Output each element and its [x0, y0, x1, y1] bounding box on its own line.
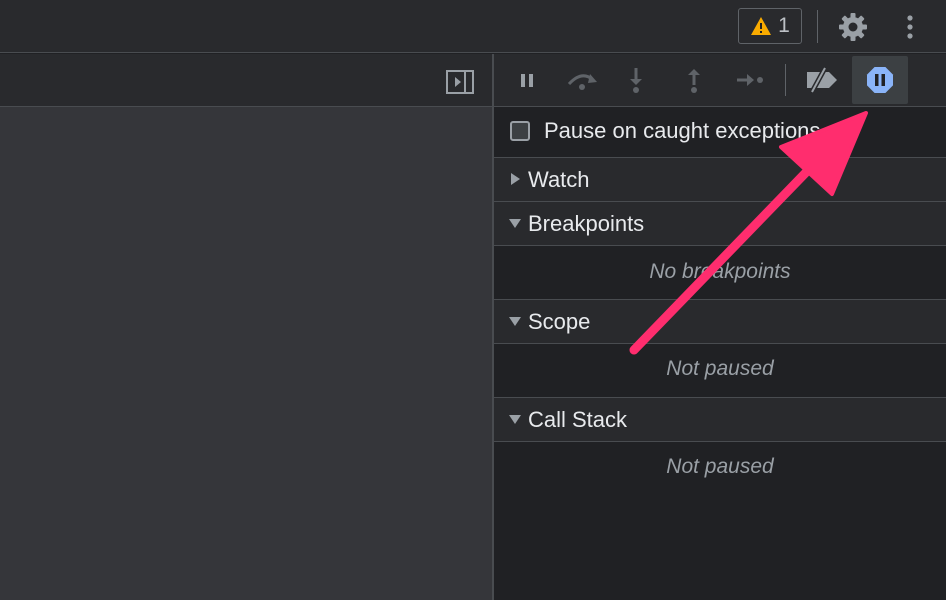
toolbar-divider — [785, 64, 786, 96]
editor-toolbar — [0, 54, 493, 107]
triangle-down-icon — [509, 219, 521, 228]
section-title-watch: Watch — [528, 167, 590, 192]
step-button[interactable] — [730, 62, 770, 98]
step-into-button[interactable] — [616, 62, 656, 98]
settings-button[interactable] — [836, 10, 870, 44]
sidebar-toggle-icon — [446, 70, 474, 94]
section-header-watch[interactable]: Watch — [494, 158, 946, 202]
more-vertical-icon — [907, 15, 913, 39]
triangle-down-icon — [509, 317, 521, 326]
toolbar-divider — [817, 10, 818, 43]
pause-on-caught-exceptions-checkbox[interactable] — [510, 121, 530, 141]
debugger-sidebar: Pause on caught exceptions Watch Breakpo… — [494, 54, 946, 600]
section-title-breakpoints: Breakpoints — [528, 211, 645, 236]
pause-on-caught-exceptions-label: Pause on caught exceptions — [544, 118, 821, 143]
call-stack-not-paused-message: Not paused — [666, 455, 774, 478]
stop-pause-icon — [867, 67, 893, 93]
call-stack-body: Not paused — [494, 442, 946, 502]
warning-icon — [751, 17, 772, 35]
pause-icon — [521, 74, 533, 87]
deactivate-breakpoints-button[interactable] — [802, 62, 842, 98]
section-header-scope[interactable]: Scope — [494, 300, 946, 344]
editor-area — [0, 107, 493, 600]
scope-body: Not paused — [494, 344, 946, 398]
warning-count: 1 — [778, 14, 790, 37]
section-title-scope: Scope — [528, 309, 591, 334]
pause-on-caught-exceptions-row: Pause on caught exceptions — [494, 107, 946, 158]
gear-icon — [839, 13, 867, 41]
step-out-button[interactable] — [674, 62, 714, 98]
step-icon — [737, 74, 763, 86]
pause-on-exceptions-button[interactable] — [852, 56, 908, 104]
triangle-down-icon — [509, 415, 521, 424]
toggle-debugger-sidebar-button[interactable] — [445, 68, 475, 96]
pause-resume-button[interactable] — [507, 62, 547, 98]
more-options-button[interactable] — [894, 10, 926, 44]
step-into-icon — [630, 68, 642, 93]
empty-breakpoints-message: No breakpoints — [649, 260, 791, 283]
issues-warning-badge[interactable]: 1 — [738, 8, 802, 44]
devtools-top-bar: 1 — [0, 0, 946, 53]
scope-not-paused-message: Not paused — [666, 357, 774, 380]
section-header-breakpoints[interactable]: Breakpoints — [494, 202, 946, 246]
section-header-call-stack[interactable]: Call Stack — [494, 398, 946, 442]
triangle-right-icon — [511, 173, 520, 185]
breakpoint-off-icon — [807, 66, 837, 94]
breakpoints-body: No breakpoints — [494, 246, 946, 300]
section-title-call-stack: Call Stack — [528, 407, 628, 432]
step-over-icon — [567, 74, 597, 90]
debugger-toolbar — [494, 54, 946, 107]
step-out-icon — [688, 69, 700, 93]
step-over-button[interactable] — [562, 62, 602, 98]
